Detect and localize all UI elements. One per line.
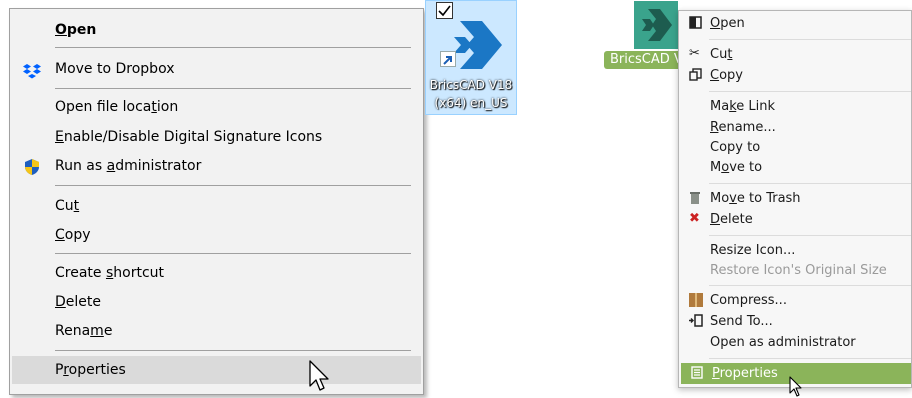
linux-menu-item-restore-icon-size: Restore Icon's Original Size [710,263,887,278]
linux-menu-item-copy-to[interactable]: Copy to [679,137,911,158]
linux-menu-item-resize-icon[interactable]: Resize Icon... [679,240,911,261]
menu-separator [709,91,911,92]
linux-menu-item-send-to[interactable]: Send To... [679,311,911,332]
uac-shield-icon [23,158,41,175]
properties-icon [691,366,705,380]
menu-separator [709,39,911,40]
menu-item-create-shortcut[interactable]: Create shortcut [10,259,423,287]
scissors-icon: ✂ [689,46,700,61]
windows-context-menu: Open Move to Dropbox Open file location … [9,8,424,395]
bricscad-desktop-icon[interactable]: BricsCAD V18 (x64) en_US [425,0,517,115]
linux-menu-item-make-link[interactable]: Make Link [679,96,911,117]
linux-context-menu: Open ✂ Cut Copy Make Link Rename... Copy… [678,10,912,388]
menu-item-open[interactable]: Open [10,16,423,44]
shortcut-arrow-icon [440,51,456,67]
menu-item-signature-icons[interactable]: Enable/Disable Digital Signature Icons [10,123,423,151]
linux-menu-item-move-to[interactable]: Move to [679,157,911,178]
open-icon [689,16,703,30]
menu-item-rename[interactable]: Rename [10,317,423,345]
menu-item-move-to-dropbox[interactable]: Move to Dropbox [10,55,423,83]
delete-x-icon: ✖ [689,211,700,226]
linux-menu-item-move-to-trash[interactable]: Move to Trash [679,188,911,209]
trash-icon [689,191,703,205]
bricscad-linux-icon[interactable] [634,1,678,49]
linux-menu-item-compress[interactable]: Compress... [679,290,911,311]
linux-menu-item-copy[interactable]: Copy [679,65,911,86]
menu-separator [709,235,911,236]
menu-separator [55,185,411,186]
menu-separator [55,47,411,48]
desktop-icon-caption: BricsCAD V18 (x64) en_US [429,78,513,110]
menu-item-properties[interactable]: Properties [12,356,421,384]
menu-separator [55,253,411,254]
mouse-pointer-icon [309,360,329,391]
mouse-pointer-icon [789,376,802,397]
linux-menu-item-open-as-administrator[interactable]: Open as administrator [679,332,911,353]
linux-menu-item-rename[interactable]: Rename... [679,117,911,138]
menu-separator [55,350,411,351]
linux-menu-item-delete[interactable]: ✖ Delete [679,209,911,230]
send-to-icon [689,314,703,328]
bricscad-logo-icon [634,1,678,49]
menu-item-delete[interactable]: Delete [10,288,423,316]
menu-separator [55,88,411,89]
menu-separator [709,358,911,359]
menu-separator [709,183,911,184]
menu-item-run-as-administrator[interactable]: Run as administrator [10,152,423,180]
menu-separator [709,285,911,286]
menu-item-copy[interactable]: Copy [10,221,423,249]
menu-item-cut[interactable]: Cut [10,192,423,220]
dropbox-icon [23,61,41,79]
linux-menu-item-open[interactable]: Open [679,13,911,34]
copy-icon [689,68,703,82]
archive-icon [689,293,703,307]
menu-item-open-file-location[interactable]: Open file location [10,93,423,121]
linux-menu-item-cut[interactable]: ✂ Cut [679,44,911,65]
